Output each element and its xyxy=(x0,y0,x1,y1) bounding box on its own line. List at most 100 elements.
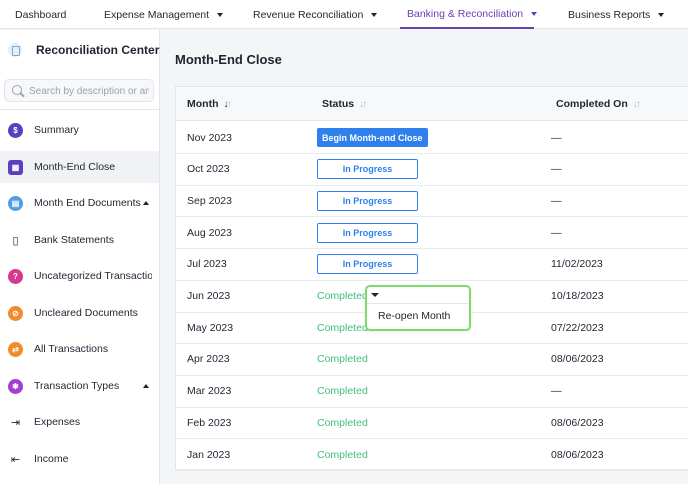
table-row: Feb 2023 Completed 08/06/2023 xyxy=(176,407,688,440)
sidebar-item-income[interactable]: ⇤ Income xyxy=(0,443,159,475)
documents-icon: ▤ xyxy=(8,195,23,211)
nav-dashboard[interactable]: Dashboard xyxy=(15,0,66,29)
table-row: Mar 2023 Completed — xyxy=(176,376,688,408)
status-cell: Completed xyxy=(317,344,368,375)
uncleared-icon: ⊘ xyxy=(8,305,23,321)
sidebar-item-label: Income xyxy=(34,453,69,465)
sidebar-item-uncategorized-transactions[interactable]: ? Uncategorized Transactions xyxy=(0,260,159,292)
nav-expense-management-label: Expense Management xyxy=(104,8,210,21)
column-header-label: Status xyxy=(322,98,355,110)
month-cell: Mar 2023 xyxy=(187,385,232,398)
month-cell: Jun 2023 xyxy=(187,290,231,302)
status-action-menu: Re-open Month xyxy=(365,285,471,331)
types-icon: ✱ xyxy=(8,378,23,394)
completed-status[interactable]: Completed xyxy=(317,322,368,334)
sidebar-item-label: Transaction Types xyxy=(34,380,120,392)
top-navigation: Dashboard Expense Management Revenue Rec… xyxy=(0,0,688,29)
nav-dashboard-label: Dashboard xyxy=(15,8,67,21)
completed-on-cell: 08/06/2023 xyxy=(551,416,604,429)
summary-icon: $ xyxy=(8,122,23,138)
month-cell: May 2023 xyxy=(187,321,234,334)
column-header-month[interactable]: Month ↓↑ xyxy=(187,98,232,110)
month-cell: Aug 2023 xyxy=(187,226,232,239)
income-icon: ⇤ xyxy=(10,453,21,466)
sidebar-divider xyxy=(0,109,160,110)
chevron-up-icon xyxy=(143,201,149,205)
completed-on-cell: 11/02/2023 xyxy=(551,258,603,271)
completed-on-cell: — xyxy=(551,163,562,176)
table-row: Jan 2023 Completed 08/06/2023 xyxy=(176,439,688,471)
sidebar-item-summary[interactable]: $ Summary xyxy=(0,114,159,146)
status-menu-toggle[interactable] xyxy=(367,287,469,304)
transactions-icon: ⇄ xyxy=(8,341,23,357)
completed-status[interactable]: Completed xyxy=(317,290,368,302)
sidebar-item-all-transactions[interactable]: ⇄ All Transactions xyxy=(0,333,159,365)
status-cell: Begin Month-end Close xyxy=(317,122,428,153)
table-header: Month ↓↑ Status ↓↑ Completed On ↓↑ xyxy=(176,87,688,121)
in-progress-button[interactable]: In Progress xyxy=(317,222,418,243)
column-header-completed-on[interactable]: Completed On ↓↑ xyxy=(556,98,641,110)
sidebar-item-label: Uncategorized Transactions xyxy=(34,270,152,282)
column-header-label: Completed On xyxy=(556,98,628,110)
in-progress-button[interactable]: In Progress xyxy=(317,254,418,275)
search-input[interactable] xyxy=(29,83,149,99)
status-cell: Completed xyxy=(317,281,368,312)
completed-on-cell: 10/18/2023 xyxy=(551,290,604,302)
completed-status[interactable]: Completed xyxy=(317,353,368,365)
sidebar-title: Reconciliation Center xyxy=(36,43,160,57)
sidebar-item-transaction-types[interactable]: ✱ Transaction Types xyxy=(0,370,159,402)
completed-on-cell: — xyxy=(551,131,562,144)
nav-banking-reconciliation[interactable]: Banking & Reconciliation xyxy=(400,0,538,29)
status-cell: Completed xyxy=(317,312,368,343)
column-header-label: Month xyxy=(187,98,219,110)
status-cell: Completed xyxy=(317,439,368,470)
chevron-down-icon xyxy=(531,11,538,16)
column-header-status[interactable]: Status ↓↑ xyxy=(322,98,367,110)
sidebar-header: Reconciliation Center xyxy=(0,30,160,70)
table-row: Aug 2023 In Progress — xyxy=(176,217,688,250)
completed-on-cell: 07/22/2023 xyxy=(551,321,604,334)
expenses-icon: ⇥ xyxy=(10,416,21,429)
completed-on-cell: 08/06/2023 xyxy=(551,353,604,366)
sidebar-item-label: All Transactions xyxy=(34,343,109,355)
question-icon: ? xyxy=(8,268,23,284)
begin-month-end-close-button[interactable]: Begin Month-end Close xyxy=(317,128,428,147)
sidebar-item-bank-statements[interactable]: ▯ Bank Statements xyxy=(0,224,159,256)
nav-revenue-reconciliation[interactable]: Revenue Reconciliation xyxy=(253,0,378,29)
completed-status[interactable]: Completed xyxy=(317,417,368,429)
completed-status[interactable]: Completed xyxy=(317,385,368,397)
in-progress-button[interactable]: In Progress xyxy=(317,159,418,180)
sidebar-item-month-end-close[interactable]: ▦ Month-End Close xyxy=(0,151,159,183)
status-cell: In Progress xyxy=(317,249,418,280)
page-title: Month-End Close xyxy=(175,52,282,67)
search-icon xyxy=(12,85,22,95)
completed-on-cell: — xyxy=(551,226,562,239)
in-progress-button[interactable]: In Progress xyxy=(317,190,418,211)
table-row: Jul 2023 In Progress 11/02/2023 xyxy=(176,249,688,281)
bank-statement-icon: ▯ xyxy=(12,234,19,247)
nav-expense-management[interactable]: Expense Management xyxy=(104,0,224,29)
chevron-down-icon xyxy=(371,293,379,297)
month-cell: Jul 2023 xyxy=(187,258,227,271)
completed-status[interactable]: Completed xyxy=(317,449,368,461)
table-row: Apr 2023 Completed 08/06/2023 xyxy=(176,344,688,376)
reopen-month-menu-item[interactable]: Re-open Month xyxy=(378,310,450,322)
chevron-down-icon xyxy=(371,12,378,17)
sidebar-item-label: Bank Statements xyxy=(34,234,114,246)
calendar-icon: ▦ xyxy=(8,159,23,175)
status-cell: In Progress xyxy=(317,154,418,185)
status-cell: In Progress xyxy=(317,217,418,248)
sidebar-item-label: Uncleared Documents xyxy=(34,307,138,319)
status-cell: Completed xyxy=(317,376,368,407)
sidebar-item-month-end-documents[interactable]: ▤ Month End Documents xyxy=(0,187,159,219)
nav-business-reports[interactable]: Business Reports xyxy=(568,0,665,29)
nav-business-reports-label: Business Reports xyxy=(568,8,651,21)
search-box[interactable] xyxy=(4,79,154,102)
sidebar-item-label: Expenses xyxy=(34,416,81,428)
sidebar-item-label: Month End Documents xyxy=(34,197,141,209)
sidebar-item-uncleared-documents[interactable]: ⊘ Uncleared Documents xyxy=(0,297,159,329)
sidebar-item-expenses[interactable]: ⇥ Expenses xyxy=(0,406,159,438)
sidebar: Reconciliation Center $ Summary ▦ Month-… xyxy=(0,30,160,484)
status-cell: In Progress xyxy=(317,185,418,216)
chevron-up-icon xyxy=(143,384,149,388)
